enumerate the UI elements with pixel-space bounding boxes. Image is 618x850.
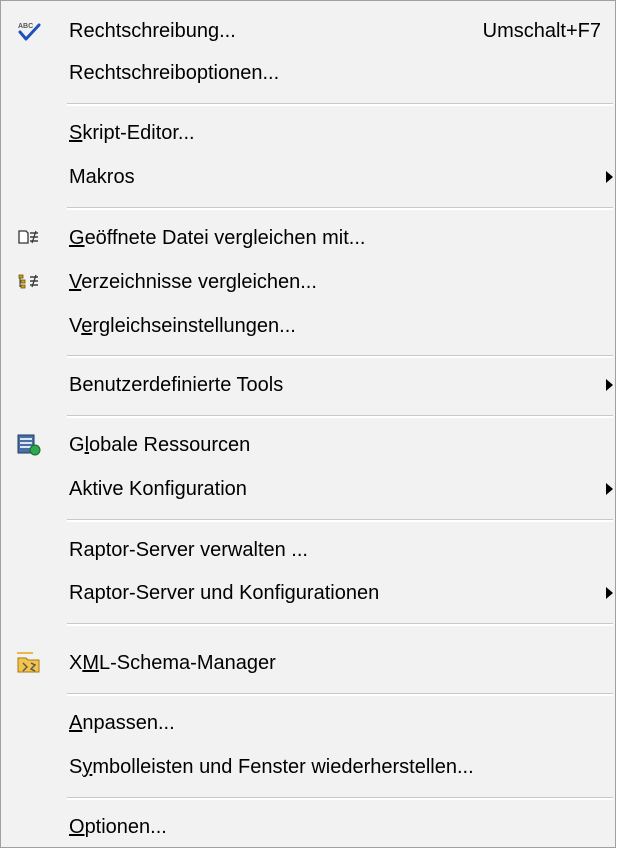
submenu-arrow-icon — [606, 483, 613, 495]
menu-separator — [67, 623, 613, 626]
submenu-arrow-icon — [606, 171, 613, 183]
menu-separator — [67, 415, 613, 418]
menu-item-restore-toolbars-windows[interactable]: Symbolleisten und Fenster wiederherstell… — [1, 747, 615, 787]
menu-item-user-tools[interactable]: Benutzerdefinierte Tools — [1, 365, 615, 405]
menu-item-label: XML-Schema-Manager — [69, 652, 276, 674]
spellcheck-icon: ABC — [17, 20, 41, 42]
menu-separator — [67, 519, 613, 522]
menu-item-label: Symbolleisten und Fenster wiederherstell… — [69, 756, 474, 778]
menu-item-macros[interactable]: Makros — [1, 157, 615, 197]
menu-separator — [67, 693, 613, 696]
menu-item-options[interactable]: Optionen... — [1, 807, 615, 847]
menu-item-label: Raptor-Server und Konfigurationen — [69, 582, 380, 604]
menu-separator — [67, 797, 613, 800]
menu-item-label: Rechtschreibung... — [69, 20, 236, 42]
menu-item-active-configuration[interactable]: Aktive Konfiguration — [1, 469, 615, 509]
menu-item-comparison-settings[interactable]: Vergleichseinstellungen... — [1, 306, 615, 346]
menu-item-label: Vergleichseinstellungen... — [69, 315, 296, 337]
submenu-arrow-icon — [606, 587, 613, 599]
menu-item-xml-schema-manager[interactable]: XML-Schema-Manager — [1, 643, 615, 683]
tools-menu: ABC Rechtschreibung... Umschalt+F7 Recht… — [0, 0, 616, 848]
menu-item-label: Globale Ressourcen — [69, 434, 251, 456]
menu-item-customize[interactable]: Anpassen... — [1, 703, 615, 743]
menu-item-label: Skript-Editor... — [69, 122, 195, 144]
menu-item-compare-open-file[interactable]: Geöffnete Datei vergleichen mit... — [1, 218, 615, 258]
menu-separator — [67, 355, 613, 358]
menu-item-global-resources[interactable]: Globale Ressourcen — [1, 425, 615, 465]
menu-item-label: Makros — [69, 166, 135, 188]
menu-item-raptor-server-configurations[interactable]: Raptor-Server und Konfigurationen — [1, 573, 615, 613]
global-resources-icon — [17, 434, 41, 456]
svg-text:ABC: ABC — [18, 23, 33, 30]
menu-item-label: Verzeichnisse vergleichen... — [69, 271, 317, 293]
menu-item-spelling[interactable]: ABC Rechtschreibung... Umschalt+F7 — [1, 11, 615, 51]
menu-item-compare-directories[interactable]: Verzeichnisse vergleichen... — [1, 262, 615, 302]
menu-item-script-editor[interactable]: Skript-Editor... — [1, 113, 615, 153]
compare-directories-icon — [17, 271, 41, 293]
submenu-arrow-icon — [606, 379, 613, 391]
menu-item-label: Benutzerdefinierte Tools — [69, 374, 284, 396]
menu-item-manage-raptor-server[interactable]: Raptor-Server verwalten ... — [1, 530, 615, 570]
schema-manager-icon — [17, 652, 41, 674]
menu-item-label: Geöffnete Datei vergleichen mit... — [69, 227, 366, 249]
menu-separator — [67, 207, 613, 210]
shortcut-text: Umschalt+F7 — [482, 20, 601, 42]
menu-item-label: Rechtschreiboptionen... — [69, 62, 280, 84]
menu-item-label: Aktive Konfiguration — [69, 478, 247, 500]
menu-item-spelling-options[interactable]: Rechtschreiboptionen... — [1, 53, 615, 93]
compare-file-icon — [17, 227, 41, 249]
menu-separator — [67, 103, 613, 106]
menu-item-label: Optionen... — [69, 816, 167, 838]
menu-item-label: Anpassen... — [69, 712, 175, 734]
menu-item-label: Raptor-Server verwalten ... — [69, 539, 308, 561]
